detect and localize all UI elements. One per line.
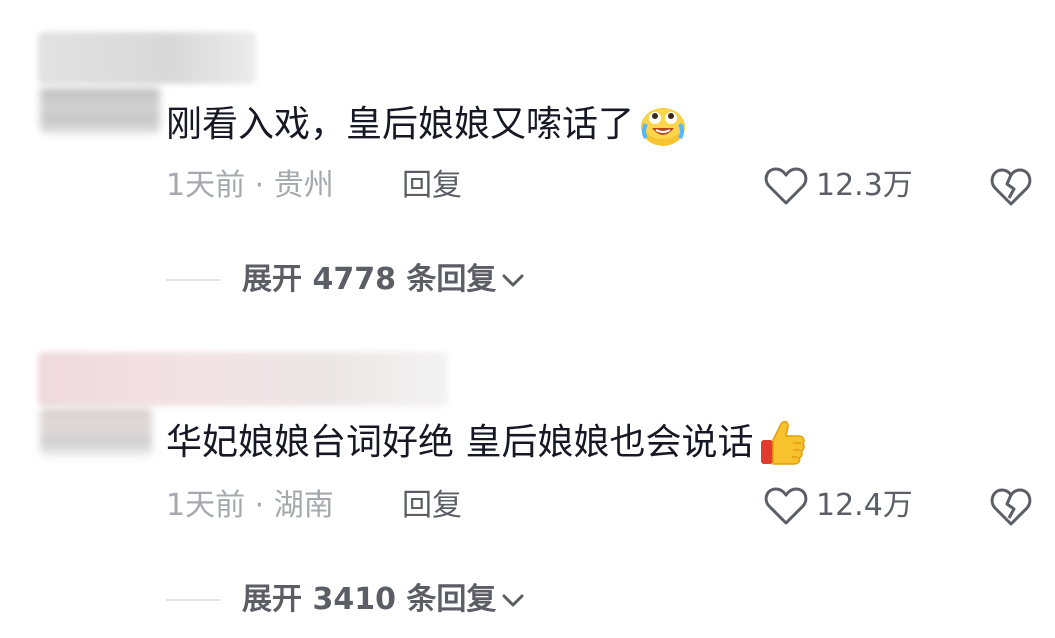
- heart-outline-icon: [764, 487, 808, 525]
- expand-divider: [166, 599, 220, 601]
- thumbs-up-emoji-icon: [761, 420, 806, 465]
- like-button[interactable]: 12.3万: [764, 166, 913, 206]
- comment-text: 华妃娘娘台词好绝 皇后娘娘也会说话: [166, 418, 807, 468]
- reply-button[interactable]: 回复: [402, 488, 462, 524]
- heart-outline-icon: [764, 167, 808, 205]
- comment-text-content: 刚看入戏，皇后娘娘又嗦话了: [166, 104, 635, 145]
- comment-item: 刚看入戏，皇后娘娘又嗦话了 1天前 · 贵州 回复 12.3万 展开 4778 …: [0, 0, 1055, 318]
- comment-time-location: 1天前 · 贵州: [166, 168, 334, 203]
- chevron-down-icon: [502, 274, 524, 287]
- crying-laughing-emoji-icon: [641, 108, 686, 146]
- broken-heart-icon[interactable]: [990, 487, 1032, 527]
- comment-item: 华妃娘娘台词好绝 皇后娘娘也会说话 1天前 · 湖南 回复 12.4万 展开 3…: [0, 318, 1055, 638]
- comment-text: 刚看入戏，皇后娘娘又嗦话了: [166, 100, 688, 150]
- expand-replies-label: 展开 4778 条回复: [242, 262, 497, 297]
- expand-divider: [166, 279, 220, 281]
- like-button[interactable]: 12.4万: [764, 486, 913, 526]
- expand-replies-button[interactable]: 展开 3410 条回复: [166, 582, 526, 618]
- avatar-blurred[interactable]: [40, 408, 152, 456]
- reply-button[interactable]: 回复: [402, 168, 462, 204]
- avatar-blurred[interactable]: [40, 88, 160, 134]
- comment-text-content: 华妃娘娘台词好绝 皇后娘娘也会说话: [166, 422, 754, 463]
- comment-time-location: 1天前 · 湖南: [166, 488, 334, 523]
- like-count: 12.3万: [816, 168, 913, 203]
- expand-replies-label: 展开 3410 条回复: [242, 582, 497, 617]
- chevron-down-icon: [502, 594, 524, 607]
- expand-replies-button[interactable]: 展开 4778 条回复: [166, 262, 526, 298]
- username-blurred[interactable]: [38, 352, 448, 406]
- username-blurred[interactable]: [38, 32, 256, 84]
- broken-heart-icon[interactable]: [990, 167, 1032, 207]
- like-count: 12.4万: [816, 488, 913, 523]
